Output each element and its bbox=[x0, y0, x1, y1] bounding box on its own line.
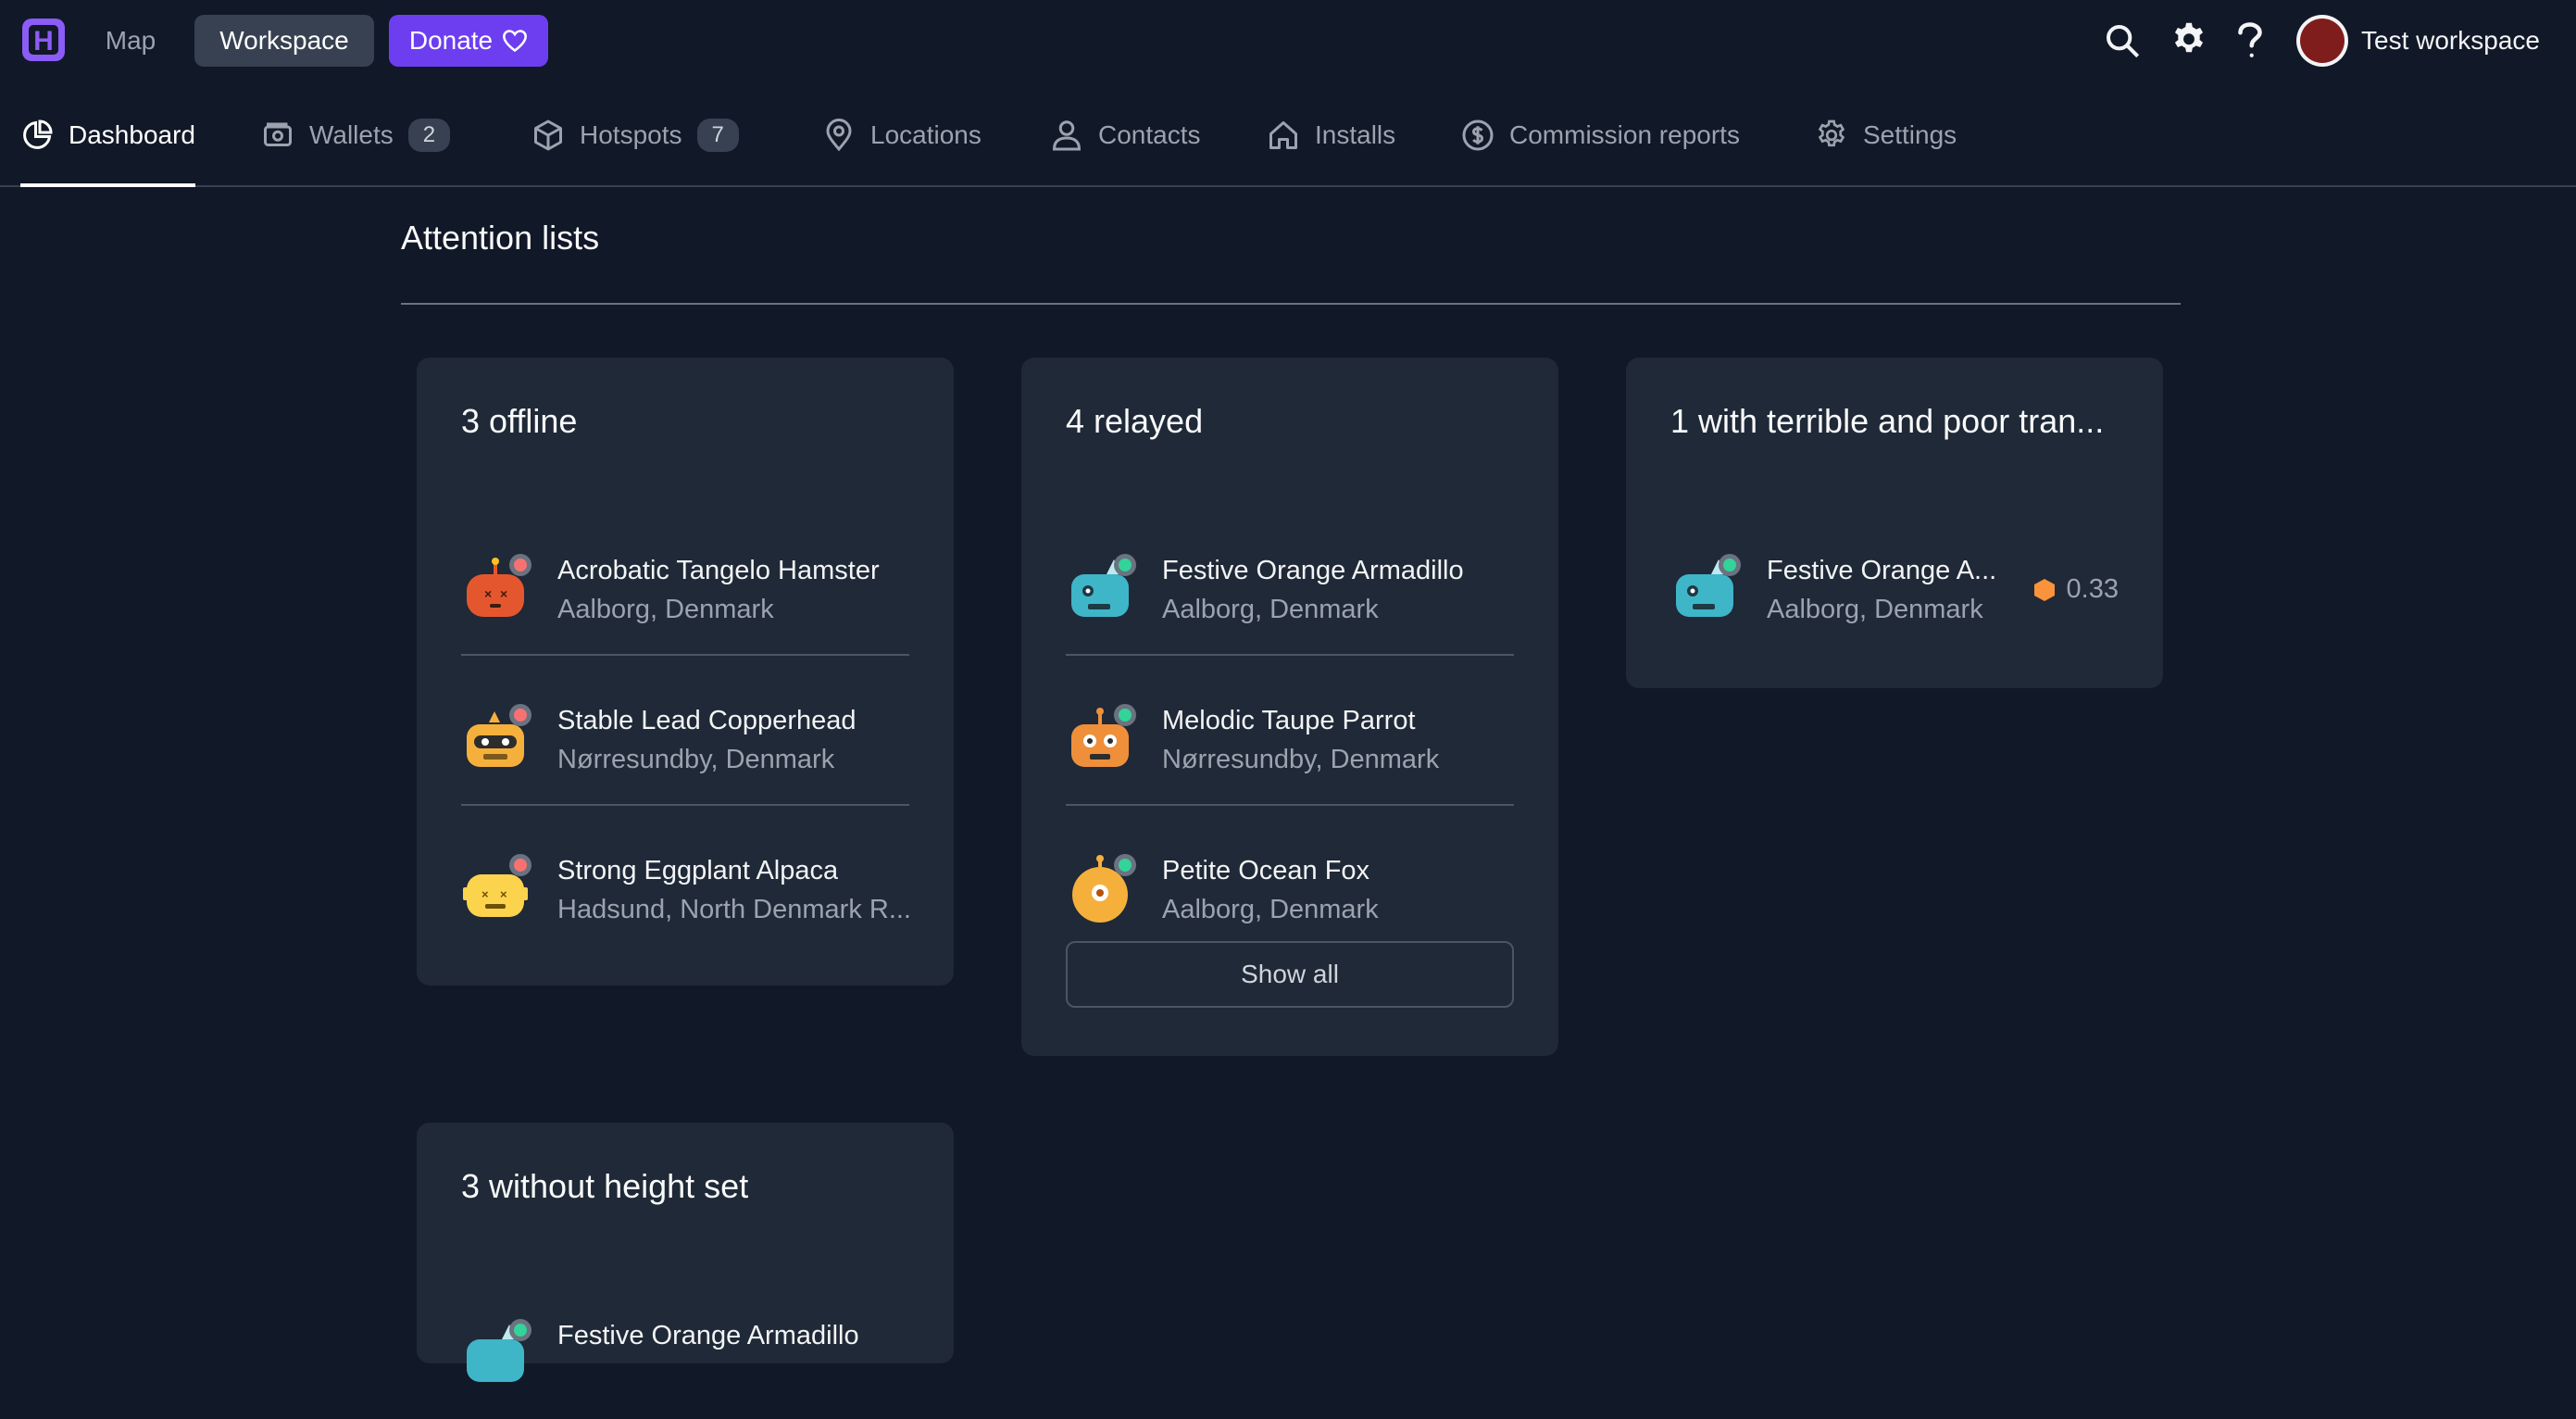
tab-label: Contacts bbox=[1098, 120, 1201, 149]
nav-workspace-button[interactable]: Workspace bbox=[194, 15, 374, 67]
offline-list: × × Acrobatic Tangelo Hamster Aalborg, D… bbox=[461, 506, 911, 954]
score-value: 0.33 bbox=[2066, 574, 2119, 604]
list-item[interactable]: × × Strong Eggplant Alpaca Hadsund, Nort… bbox=[461, 806, 911, 954]
gear-icon bbox=[1818, 119, 1845, 147]
hotspot-name: Acrobatic Tangelo Hamster bbox=[557, 556, 880, 585]
logo-letter: H bbox=[33, 26, 54, 57]
offline-card: 3 offline × × Acrobatic Tangelo Hamster … bbox=[417, 358, 954, 986]
card-title: 1 with terrible and poor tran... bbox=[1670, 402, 2105, 440]
tab-hotspots[interactable]: Hotspots 7 bbox=[531, 85, 739, 185]
pie-chart-icon bbox=[23, 119, 53, 149]
list-item[interactable]: Melodic Taupe Parrot Nørresundby, Denmar… bbox=[1066, 656, 1514, 806]
tab-label: Locations bbox=[870, 120, 982, 149]
show-all-button[interactable]: Show all bbox=[1066, 941, 1514, 1008]
section-title: Attention lists bbox=[401, 219, 600, 257]
card-title: 3 without height set bbox=[461, 1167, 749, 1205]
hotspot-location: Nørresundby, Denmark bbox=[557, 745, 835, 774]
wallets-count-badge: 2 bbox=[407, 119, 451, 152]
svg-text:×: × bbox=[481, 887, 489, 901]
tab-label: Hotspots bbox=[580, 120, 682, 149]
hotspots-count-badge: 7 bbox=[696, 119, 739, 152]
nav-map-link[interactable]: Map bbox=[85, 15, 176, 67]
hotspot-name: Festive Orange Armadillo bbox=[1162, 556, 1464, 585]
top-bar: H Map Workspace Donate Test workspace bbox=[0, 0, 2576, 83]
hotspot-name: Melodic Taupe Parrot bbox=[1162, 706, 1416, 735]
svg-text:×: × bbox=[484, 586, 492, 601]
donate-label: Donate bbox=[408, 26, 494, 55]
hotspot-robot-icon bbox=[467, 704, 531, 767]
help-icon[interactable] bbox=[2228, 19, 2272, 63]
tab-locations[interactable]: Locations bbox=[822, 85, 982, 185]
dollar-circle-icon bbox=[1462, 119, 1494, 151]
wallet-icon bbox=[264, 122, 292, 146]
without-height-card: 3 without height set Festive Orange Arma… bbox=[417, 1123, 954, 1382]
height-list: Festive Orange Armadillo bbox=[461, 1271, 909, 1419]
hexagon-icon bbox=[2033, 578, 2055, 601]
hotspot-location: Aalborg, Denmark bbox=[1767, 595, 1983, 624]
tab-wallets[interactable]: Wallets 2 bbox=[261, 85, 451, 185]
search-icon[interactable] bbox=[2100, 19, 2145, 63]
list-item[interactable]: Festive Orange A... Aalborg, Denmark 0.3… bbox=[1670, 506, 2119, 654]
section-divider bbox=[401, 303, 2181, 305]
account-menu[interactable]: Test workspace bbox=[2296, 13, 2540, 69]
workspace-tabs: Dashboard Wallets 2 Hotspots 7 Locations… bbox=[0, 85, 2576, 187]
donate-button[interactable]: Donate bbox=[389, 15, 548, 67]
tab-label: Installs bbox=[1315, 120, 1396, 149]
tab-label: Dashboard bbox=[69, 120, 195, 149]
tab-label: Commission reports bbox=[1509, 120, 1740, 149]
heart-icon bbox=[503, 30, 528, 53]
cube-icon bbox=[534, 119, 562, 151]
card-title: 4 relayed bbox=[1066, 402, 1204, 440]
account-name: Test workspace bbox=[2361, 26, 2540, 55]
map-pin-icon bbox=[826, 119, 852, 152]
hotspot-name: Petite Ocean Fox bbox=[1162, 856, 1370, 885]
hotspot-location: Aalborg, Denmark bbox=[557, 595, 774, 624]
list-item[interactable]: Stable Lead Copperhead Nørresundby, Denm… bbox=[461, 656, 909, 806]
transmit-list: Festive Orange A... Aalborg, Denmark 0.3… bbox=[1670, 506, 2119, 654]
gear-icon[interactable] bbox=[2167, 19, 2211, 63]
tab-contacts[interactable]: Contacts bbox=[1050, 85, 1201, 185]
list-item[interactable]: Petite Ocean Fox Aalborg, Denmark bbox=[1066, 806, 1514, 954]
tab-label: Wallets bbox=[309, 120, 394, 149]
tab-settings[interactable]: Settings bbox=[1815, 85, 1957, 185]
card-title: 3 offline bbox=[461, 402, 578, 440]
hotspot-location: Aalborg, Denmark bbox=[1162, 895, 1379, 924]
list-item[interactable]: Festive Orange Armadillo bbox=[461, 1271, 909, 1419]
tab-installs[interactable]: Installs bbox=[1267, 85, 1395, 185]
app-logo-icon[interactable]: H bbox=[20, 15, 69, 67]
hotspot-robot-icon: × × bbox=[467, 554, 531, 617]
relayed-list: Festive Orange Armadillo Aalborg, Denmar… bbox=[1066, 506, 1514, 954]
hotspot-robot-icon bbox=[1676, 554, 1741, 617]
hotspot-robot-icon bbox=[467, 1319, 531, 1382]
hotspot-robot-icon: × × bbox=[463, 854, 531, 917]
tab-label: Settings bbox=[1863, 120, 1957, 149]
user-icon bbox=[1052, 120, 1082, 151]
hotspot-name: Festive Orange A... bbox=[1767, 556, 1997, 585]
relayed-card: 4 relayed Festive Orange Armadillo Aalbo… bbox=[1021, 358, 1558, 1056]
hotspot-name: Stable Lead Copperhead bbox=[557, 706, 857, 735]
transmit-scale-card: 1 with terrible and poor tran... Festive… bbox=[1626, 358, 2163, 688]
hotspot-name: Festive Orange Armadillo bbox=[557, 1321, 859, 1350]
home-icon bbox=[1269, 121, 1297, 149]
hotspot-robot-icon bbox=[1071, 554, 1136, 617]
hotspot-robot-icon bbox=[1072, 854, 1136, 923]
hotspot-robot-icon bbox=[1071, 704, 1136, 767]
tab-commission-reports[interactable]: Commission reports bbox=[1461, 85, 1740, 185]
hotspot-location: Nørresundby, Denmark bbox=[1162, 745, 1440, 774]
hotspot-location: Aalborg, Denmark bbox=[1162, 595, 1379, 624]
tab-dashboard[interactable]: Dashboard bbox=[20, 85, 195, 187]
hotspot-name: Strong Eggplant Alpaca bbox=[557, 856, 839, 885]
list-item[interactable]: Festive Orange Armadillo Aalborg, Denmar… bbox=[1066, 506, 1514, 656]
transmit-scale-score: 0.33 bbox=[2033, 574, 2119, 605]
hotspot-location: Hadsund, North Denmark R... bbox=[557, 895, 911, 924]
list-item[interactable]: × × Acrobatic Tangelo Hamster Aalborg, D… bbox=[461, 506, 909, 656]
avatar bbox=[2296, 15, 2348, 67]
svg-text:×: × bbox=[500, 887, 507, 901]
svg-text:×: × bbox=[500, 586, 507, 601]
